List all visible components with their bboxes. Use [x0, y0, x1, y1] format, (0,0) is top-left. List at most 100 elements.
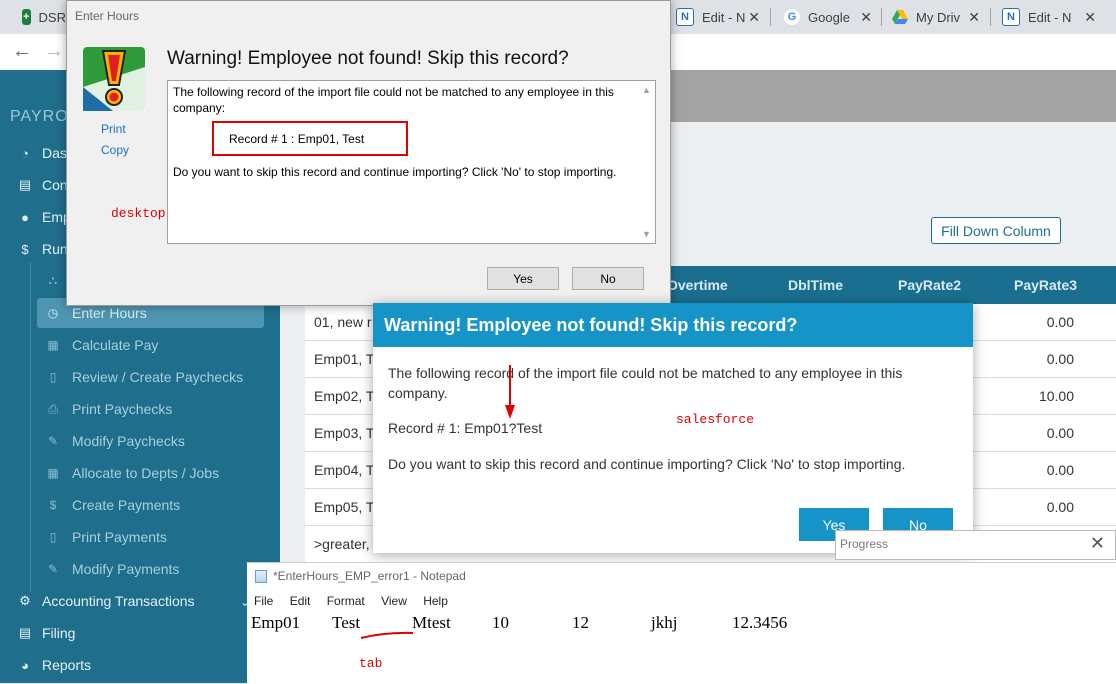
cell-name: Emp01, T	[314, 351, 375, 367]
window-title: *EnterHours_EMP_error1 - Notepad	[255, 569, 466, 583]
sidebar-item-print-payments[interactable]: ▯ Print Payments	[46, 529, 167, 545]
annotation-label: tab	[359, 656, 383, 671]
sidebar-item-calculate-pay[interactable]: ▦ Calculate Pay	[46, 337, 158, 353]
calculator-icon: ▦	[47, 338, 59, 352]
fill-down-column-button[interactable]: Fill Down Column	[931, 217, 1061, 244]
back-arrow-icon[interactable]: ←	[12, 40, 32, 63]
sidebar-item-reports[interactable]: ◕ Reports	[18, 657, 91, 673]
cell-value[interactable]: 0.00	[1047, 351, 1074, 367]
cell-name: Emp02, T	[314, 388, 375, 404]
text-field[interactable]: Emp01	[251, 613, 300, 633]
notepad-icon	[255, 569, 267, 583]
message-line: Do you want to skip this record and cont…	[173, 165, 617, 179]
text-field[interactable]: 10	[492, 613, 509, 633]
sidebar-item-modify-paychecks[interactable]: ✎ Modify Paychecks	[46, 433, 185, 449]
message-textbox[interactable]: The following record of the import file …	[167, 80, 656, 244]
column-header[interactable]: PayRate2	[898, 277, 961, 293]
employee-icon: ●	[21, 209, 29, 225]
yes-button[interactable]: Yes	[487, 267, 559, 290]
cell-name: >greater,	[314, 536, 370, 552]
column-header[interactable]: PayRate3	[1014, 277, 1077, 293]
cell-value[interactable]: 0.00	[1047, 499, 1074, 515]
sidebar-item-label: Run	[42, 241, 68, 257]
cell-value[interactable]: 0.00	[1047, 314, 1074, 330]
close-icon[interactable]: ✕	[1090, 533, 1105, 554]
menu-help[interactable]: Help	[423, 594, 448, 608]
sidebar-item-filing[interactable]: ▤ Filing	[18, 625, 76, 641]
document-icon: ▯	[49, 530, 57, 544]
browser-tab-notion-2[interactable]: N Edit - N ✕	[994, 4, 1116, 30]
no-button[interactable]: No	[572, 267, 644, 290]
menu-bar: File Edit Format View Help	[254, 594, 461, 608]
dialog-title: Enter Hours	[75, 9, 140, 23]
close-icon[interactable]: ✕	[748, 9, 760, 26]
text-field[interactable]: Mtest	[412, 613, 451, 633]
browser-tab-dsr[interactable]: + DSR	[14, 4, 74, 30]
sidebar-item-label: Accounting Transactions	[42, 593, 195, 609]
cell-value[interactable]: 10.00	[1039, 388, 1074, 404]
warning-icon	[83, 47, 145, 111]
sidebar-item-modify-payments[interactable]: ✎ Modify Payments	[46, 561, 179, 577]
copy-link[interactable]: Copy	[101, 143, 129, 157]
browser-tab-notion-1[interactable]: N Edit - N ✕	[668, 4, 768, 30]
sidebar-item-print-paychecks[interactable]: ⎙ Print Paychecks	[46, 401, 172, 417]
menu-view[interactable]: View	[381, 594, 407, 608]
cell-value[interactable]: 0.00	[1047, 462, 1074, 478]
sidebar-item-employees[interactable]: ● Emp	[18, 209, 71, 225]
cell-name: 01, new r	[314, 314, 372, 330]
dashboard-icon: ◔	[21, 145, 29, 161]
menu-format[interactable]: Format	[327, 594, 365, 608]
column-header[interactable]: DblTime	[788, 277, 843, 293]
gears-icon: ⚙	[19, 593, 31, 608]
scroll-down-icon[interactable]: ▼	[642, 229, 651, 239]
notion-icon: N	[1002, 8, 1020, 26]
window-title: Progress	[840, 537, 889, 551]
sidebar-item-accounting[interactable]: ⚙ Accounting Transactions	[18, 593, 195, 609]
message-line: The following record of the import file …	[173, 85, 614, 115]
forward-arrow-icon[interactable]: →	[44, 40, 64, 63]
annotation-label: desktop	[111, 206, 166, 221]
sidebar-item-enter-hours[interactable]: ◷ Enter Hours	[46, 305, 147, 321]
red-arrow-annotation	[505, 365, 515, 419]
file-icon: ▤	[18, 625, 32, 640]
desktop-warning-dialog: Enter Hours Warning! Employee not found!…	[66, 0, 671, 306]
text-field[interactable]: 12.3456	[732, 613, 787, 633]
tab-label: DSR	[38, 9, 66, 25]
title-text: *EnterHours_EMP_error1 - Notepad	[273, 569, 466, 583]
close-icon[interactable]: ✕	[860, 9, 872, 26]
text-field[interactable]: Test	[332, 613, 360, 633]
dollar-icon: $	[49, 498, 57, 512]
scrollbar[interactable]: ▲ ▼	[638, 81, 655, 243]
sidebar-item-label: Print Payments	[72, 529, 167, 545]
close-icon[interactable]: ✕	[968, 9, 980, 26]
tab-label: Edit - N	[1028, 9, 1072, 25]
sidebar-item-dashboard[interactable]: ◔ Das	[18, 145, 67, 161]
menu-edit[interactable]: Edit	[290, 594, 311, 608]
text-field[interactable]: jkhj	[651, 613, 677, 633]
sidebar-item-label: Modify Paychecks	[72, 433, 185, 449]
sidebar-item-company[interactable]: ▤ Con	[18, 177, 68, 193]
chart-icon: ◕	[21, 657, 29, 673]
sidebar-item-review-paychecks[interactable]: ▯ Review / Create Paychecks	[46, 369, 244, 385]
column-header[interactable]: Overtime	[667, 277, 728, 293]
sidebar-item-allocate[interactable]: ▦ Allocate to Depts / Jobs	[46, 465, 219, 481]
cell-name: Emp05, T	[314, 499, 375, 515]
pencil-icon: ✎	[47, 562, 59, 576]
dialog-heading: Warning! Employee not found! Skip this r…	[384, 315, 798, 335]
scroll-up-icon[interactable]: ▲	[642, 85, 651, 95]
browser-tab-google[interactable]: G Google ✕	[776, 4, 880, 30]
cell-value[interactable]: 0.00	[1047, 425, 1074, 441]
hierarchy-icon: ⛬	[48, 273, 58, 287]
sidebar-item-create-payments[interactable]: $ Create Payments	[46, 497, 181, 513]
message-line: Do you want to skip this record and cont…	[388, 456, 906, 472]
sidebar-item-label: Filing	[42, 625, 76, 641]
sidebar-section-title: PAYRO	[10, 108, 69, 125]
browser-tab-drive[interactable]: My Driv ✕	[884, 4, 988, 30]
close-icon[interactable]: ✕	[1084, 9, 1096, 26]
menu-file[interactable]: File	[254, 594, 273, 608]
print-link[interactable]: Print	[101, 122, 126, 136]
sidebar-item-label: Allocate to Depts / Jobs	[72, 465, 220, 481]
text-field[interactable]: 12	[572, 613, 589, 633]
progress-window: Progress ✕	[835, 530, 1116, 560]
sidebar-item-run-payroll[interactable]: $ Run	[18, 241, 68, 257]
